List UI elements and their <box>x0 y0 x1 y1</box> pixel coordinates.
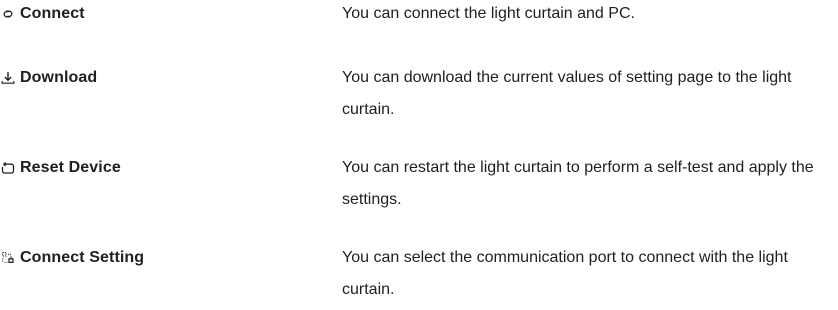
term-connect: Connect <box>0 2 85 26</box>
term-label: Connect Setting <box>20 249 145 266</box>
link-icon <box>1 6 15 22</box>
description: You can select the communication port to… <box>342 249 788 298</box>
term-label: Download <box>20 69 98 86</box>
term-connect-setting: Connect Setting <box>0 246 144 270</box>
term-label: Connect <box>20 5 85 22</box>
description: You can connect the light curtain and PC… <box>342 5 635 22</box>
description: You can download the current values of s… <box>342 69 792 118</box>
download-icon <box>1 70 15 86</box>
reset-icon <box>1 160 15 176</box>
description: You can restart the light curtain to per… <box>342 159 814 208</box>
term-label: Reset Device <box>20 159 121 176</box>
term-reset-device: Reset Device <box>0 156 121 180</box>
connect-setting-icon <box>1 250 15 266</box>
term-download: Download <box>0 66 97 90</box>
